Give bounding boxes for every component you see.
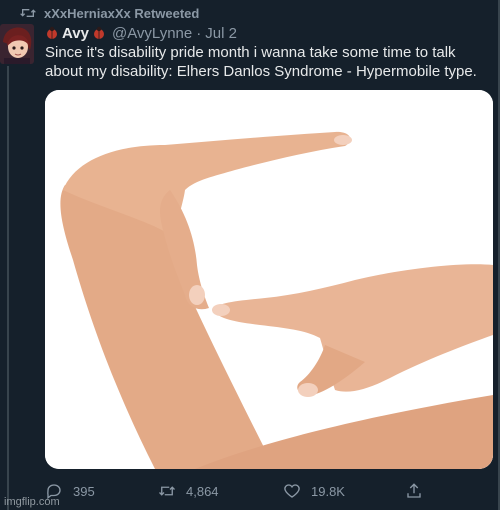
retweet-button[interactable]: 4,864: [158, 478, 219, 504]
share-icon: [407, 483, 421, 498]
avatar[interactable]: [0, 24, 34, 64]
author-name[interactable]: Avy: [62, 25, 89, 42]
author-handle[interactable]: @AvyLynne: [112, 25, 192, 42]
retweet-indicator: xXxHerniaxXx Retweeted: [20, 4, 199, 22]
avatar-image: [0, 24, 34, 64]
retweet-icon: [20, 9, 36, 17]
heart-icon: [284, 484, 300, 498]
tweet-text: Since it's disability pride month i wann…: [45, 44, 477, 80]
hypermobile-hand-photo: [45, 90, 493, 469]
retweet-icon: [159, 486, 175, 496]
imgflip-watermark: imgflip.com: [4, 496, 60, 508]
retweet-count: 4,864: [186, 483, 219, 499]
tweet-actions: 395 4,864 19.8K: [45, 478, 485, 504]
retweet-label: xXxHerniaxXx Retweeted: [44, 5, 200, 21]
tweet-media-photo[interactable]: [45, 90, 493, 469]
like-count: 19.8K: [311, 483, 345, 499]
tweet-header: Avy @AvyLynne · Jul 2: [45, 23, 237, 43]
thread-line: [7, 66, 9, 510]
header-separator: ·: [196, 24, 202, 42]
tweet-date[interactable]: Jul 2: [205, 25, 237, 42]
share-button[interactable]: [405, 478, 433, 504]
reply-count: 395: [73, 483, 95, 499]
ladybug-icon: [93, 26, 104, 39]
ladybug-icon: [47, 26, 57, 39]
like-button[interactable]: 19.8K: [283, 478, 345, 504]
